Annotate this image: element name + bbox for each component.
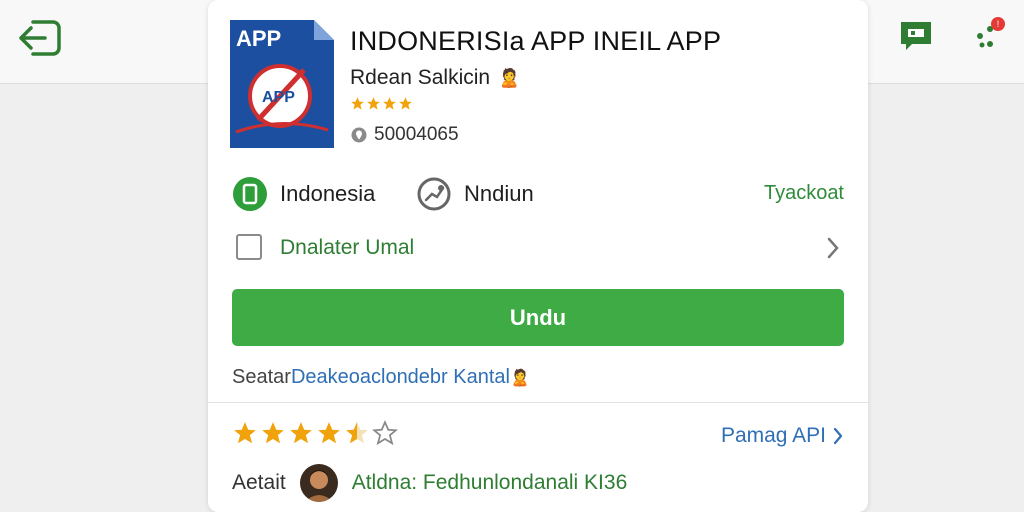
- star-icon: [290, 422, 312, 444]
- apps-notification-icon: !: [977, 17, 1005, 48]
- chevron-right-icon: [833, 427, 843, 445]
- divider: [208, 402, 868, 403]
- developer-name: Rdean Salkicin: [350, 66, 491, 89]
- app-card: APP APP INDONERISIa APP INEIL APP Rdean …: [208, 0, 868, 512]
- avatar[interactable]: [299, 464, 338, 502]
- reviews-link[interactable]: Pamag API: [721, 424, 844, 448]
- author-row: Aetait Atldna: Fedhunlondanali KI36: [232, 464, 627, 502]
- country-phone-icon: [233, 177, 267, 211]
- star-icon: [262, 422, 284, 444]
- star-icon: [383, 97, 396, 110]
- star-icon: [399, 97, 412, 110]
- author-label: Aetait: [232, 471, 286, 494]
- notifications-button[interactable]: !: [968, 14, 1012, 58]
- option-checkbox[interactable]: [236, 234, 262, 260]
- country-item[interactable]: Indonesia: [232, 174, 375, 214]
- back-arrow-icon: [19, 20, 61, 56]
- star-icon: [318, 422, 340, 444]
- svg-text:!: !: [997, 19, 1000, 29]
- note-prefix: Seatar: [232, 366, 291, 388]
- app-id: 50004065: [374, 124, 459, 145]
- app-icon-inner-text: APP: [262, 89, 295, 106]
- option-row[interactable]: Dnalater Umal: [232, 228, 844, 268]
- chat-button[interactable]: [894, 14, 938, 58]
- meta-row: Indonesia Nndiun Tyackoat: [232, 174, 844, 214]
- chevron-right-icon: [827, 237, 839, 259]
- star-empty-icon: [372, 420, 398, 446]
- note-emoji: 🙎: [509, 369, 530, 387]
- meta-link[interactable]: Tyackoat: [764, 182, 844, 205]
- app-icon[interactable]: APP APP: [230, 20, 334, 148]
- star-half-icon: [346, 422, 368, 444]
- app-icon-text: APP: [236, 26, 281, 51]
- app-id-row: 50004065: [350, 124, 459, 146]
- note-link[interactable]: Deakeoaclondebr Kantal: [291, 366, 510, 389]
- reviews-label: Pamag API: [720, 424, 826, 447]
- star-rating[interactable]: [232, 420, 398, 446]
- developer-emoji: 🙎: [498, 67, 521, 88]
- star-icon: [351, 97, 364, 110]
- location-pin-icon: [351, 127, 367, 143]
- option-label: Dnalater Umal: [280, 236, 415, 259]
- star-icon: [367, 97, 380, 110]
- language-label: Nndiun: [464, 181, 534, 206]
- language-globe-icon: [417, 177, 451, 211]
- language-item[interactable]: Nndiun: [416, 174, 534, 214]
- author-name[interactable]: Atldna: Fedhunlondanali KI36: [352, 471, 628, 495]
- country-label: Indonesia: [280, 181, 376, 206]
- mini-star-rating: [350, 96, 413, 111]
- back-button[interactable]: [16, 14, 64, 62]
- developer-row[interactable]: Rdean Salkicin 🙎: [350, 66, 521, 90]
- star-icon: [234, 422, 256, 444]
- download-button[interactable]: Undu: [232, 289, 844, 346]
- chat-icon: [901, 22, 931, 50]
- note-row: Seatar Deakeoaclondebr Kantal 🙎: [232, 366, 530, 389]
- app-title: INDONERISIa APP INEIL APP: [350, 26, 722, 56]
